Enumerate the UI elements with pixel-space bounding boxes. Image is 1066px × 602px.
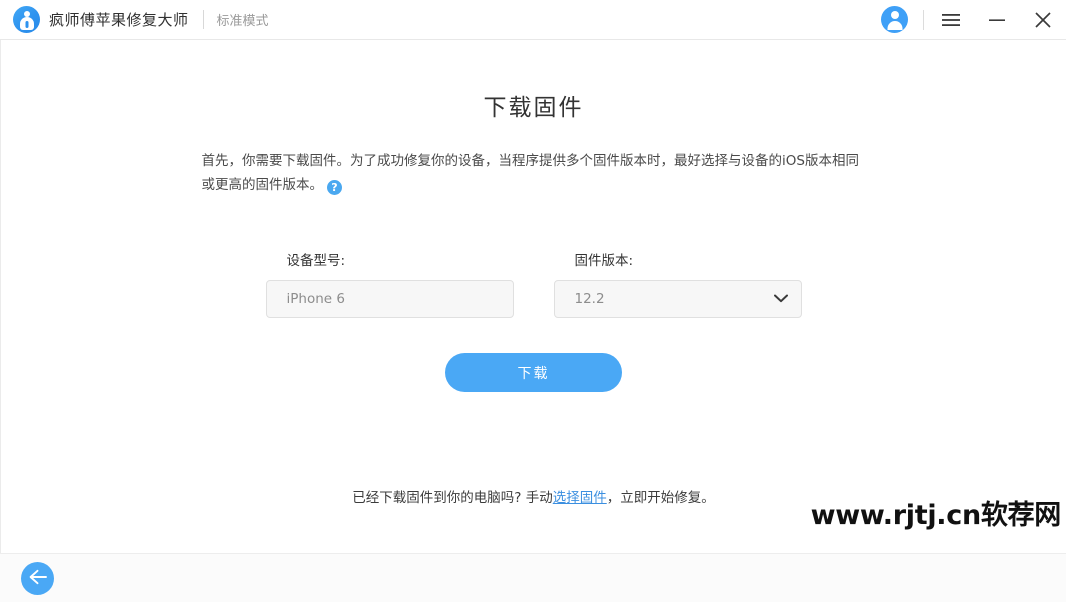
device-model-value: iPhone 6 <box>286 291 345 307</box>
window-controls <box>881 0 1066 39</box>
form-row: 设备型号: iPhone 6 固件版本: 12.2 <box>1 249 1066 318</box>
device-model-field: 设备型号: iPhone 6 <box>265 249 514 318</box>
application-window: 疯师傅苹果修复大师 标准模式 下载固件 首先，你需要下载固件。为了成功修复你的设… <box>0 0 1066 602</box>
note-prefix: 已经下载固件到你的电脑吗? 手动 <box>352 490 553 506</box>
device-model-label: 设备型号: <box>286 253 346 269</box>
back-arrow-icon <box>28 569 47 588</box>
close-icon[interactable] <box>1020 0 1066 40</box>
page-title: 下载固件 <box>483 95 584 121</box>
page-description: 首先，你需要下载固件。为了成功修复你的设备，当程序提供多个固件版本时，最好选择与… <box>202 149 866 197</box>
footer-bar <box>0 553 1066 602</box>
help-icon[interactable]: ? <box>327 180 342 195</box>
avatar-body-shape <box>887 21 902 30</box>
firmware-version-field: 固件版本: 12.2 <box>553 249 802 318</box>
app-title: 疯师傅苹果修复大师 <box>49 11 189 29</box>
avatar-head-shape <box>890 11 899 19</box>
chevron-down-icon <box>773 291 788 307</box>
back-button[interactable] <box>21 561 54 595</box>
select-firmware-link[interactable]: 选择固件 <box>553 490 607 506</box>
download-button[interactable]: 下载 <box>445 353 622 392</box>
hamburger-menu-icon[interactable] <box>928 0 974 40</box>
firmware-version-value: 12.2 <box>574 291 605 307</box>
minimize-icon[interactable] <box>974 0 1020 40</box>
device-model-input[interactable]: iPhone 6 <box>265 280 514 318</box>
firmware-version-select[interactable]: 12.2 <box>553 280 802 318</box>
logo-head-shape <box>23 10 30 17</box>
page-description-text: 首先，你需要下载固件。为了成功修复你的设备，当程序提供多个固件版本时，最好选择与… <box>201 153 859 193</box>
mode-label: 标准模式 <box>216 14 269 29</box>
title-divider <box>202 10 204 29</box>
title-bar: 疯师傅苹果修复大师 标准模式 <box>0 0 1066 40</box>
controls-divider <box>923 9 924 30</box>
firmware-version-label: 固件版本: <box>574 253 634 269</box>
note-suffix: ，立即开始修复。 <box>606 490 715 506</box>
watermark: www.rjtj.cn软荐网 <box>810 500 1062 531</box>
user-avatar-icon[interactable] <box>881 6 908 33</box>
app-logo-icon <box>13 6 40 33</box>
logo-slit-shape <box>25 21 28 28</box>
main-content: 下载固件 首先，你需要下载固件。为了成功修复你的设备，当程序提供多个固件版本时，… <box>0 40 1066 553</box>
brand-area: 疯师傅苹果修复大师 标准模式 <box>13 0 269 39</box>
